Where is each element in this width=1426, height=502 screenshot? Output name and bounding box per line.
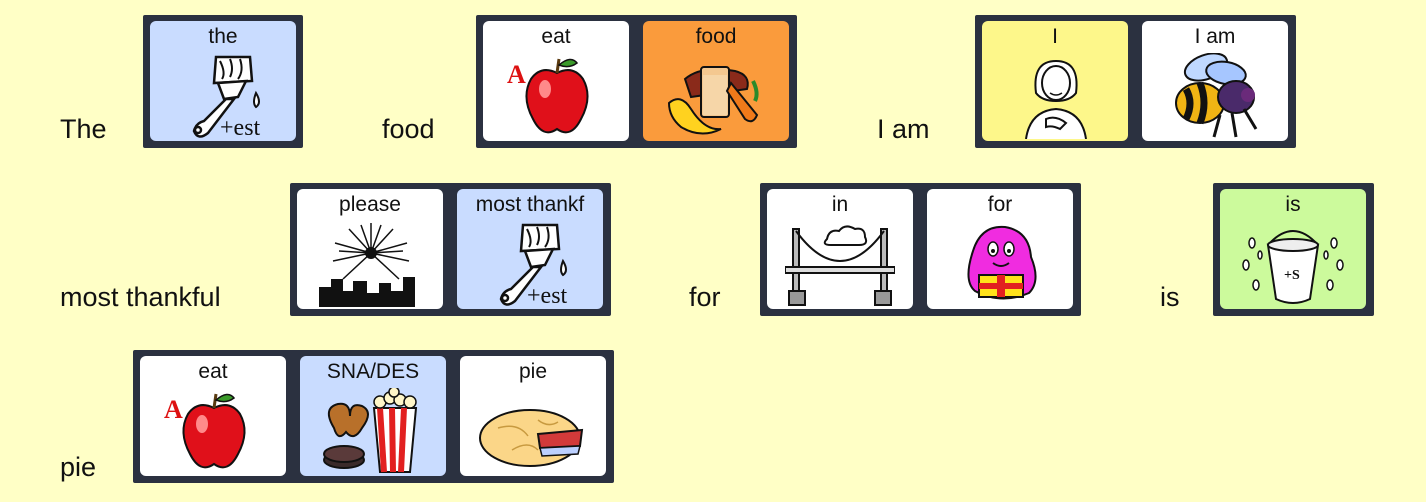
person-self-icon — [1025, 59, 1087, 139]
symbol-strip-i-am[interactable]: I I am — [975, 15, 1296, 148]
svg-text:A: A — [164, 395, 183, 424]
symbol-card-please[interactable]: please — [297, 189, 443, 309]
food-icon — [667, 66, 759, 135]
pie-icon — [479, 409, 584, 467]
card-label: pie — [518, 360, 548, 383]
card-label: eat — [198, 360, 228, 383]
symbol-card-i[interactable]: I — [982, 21, 1128, 141]
symbol-strip-most-thankful[interactable]: please most thankf +est — [290, 183, 611, 316]
symbol-card-eat[interactable]: eat A — [483, 21, 629, 141]
card-label: please — [339, 193, 401, 216]
word-pie: pie — [60, 452, 97, 482]
symbol-card-snacks-desserts[interactable]: SNA/DES — [300, 356, 446, 476]
symbol-card-pie[interactable]: pie — [460, 356, 606, 476]
symbol-strip-food[interactable]: eat A food — [476, 15, 797, 148]
symbol-strip-pie[interactable]: eat A SNA/DES pie — [133, 350, 614, 483]
apple-icon: A — [164, 393, 246, 469]
svg-text:A: A — [507, 60, 526, 89]
symbol-card-food[interactable]: food — [643, 21, 789, 141]
symbol-card-is[interactable]: is +S — [1220, 189, 1366, 309]
word-the: The — [60, 114, 107, 144]
card-label: I — [1052, 25, 1058, 48]
word-for: for — [689, 282, 721, 312]
bucket-s-icon: +S — [1242, 230, 1344, 304]
symbol-card-i-am[interactable]: I am — [1142, 21, 1288, 141]
card-label: is — [1285, 193, 1301, 216]
icon-text: +est — [220, 115, 261, 139]
card-label: eat — [541, 25, 571, 48]
symbol-card-for[interactable]: for — [927, 189, 1073, 309]
fireworks-icon — [319, 223, 415, 307]
card-label: SNA/DES — [326, 360, 420, 383]
symbol-card-in[interactable]: in — [767, 189, 913, 309]
word-is: is — [1160, 282, 1180, 312]
card-label: the — [208, 25, 238, 48]
bridge-icon — [785, 225, 895, 306]
paintbrush-est-icon: +est — [192, 55, 261, 139]
apple-icon: A — [507, 58, 589, 134]
snacks-icon — [323, 388, 418, 473]
card-label: for — [987, 193, 1013, 216]
symbol-strip-for[interactable]: in for — [760, 183, 1081, 316]
card-label: food — [695, 25, 737, 48]
card-label: I am — [1194, 25, 1236, 48]
symbol-card-the[interactable]: the +est — [150, 21, 296, 141]
gift-monster-icon — [967, 225, 1037, 300]
symbol-card-most-thankful[interactable]: most thankf +est — [457, 189, 603, 309]
symbol-strip-is[interactable]: is +S — [1213, 183, 1374, 316]
word-i-am: I am — [877, 114, 930, 144]
bee-icon — [1175, 53, 1258, 138]
paintbrush-est-icon: +est — [499, 223, 568, 307]
symbol-card-eat[interactable]: eat A — [140, 356, 286, 476]
word-most-thankful: most thankful — [60, 282, 221, 312]
icon-text: +est — [527, 283, 568, 307]
word-food: food — [382, 114, 435, 144]
symbol-strip-the[interactable]: the +est — [143, 15, 303, 148]
card-label: most thankf — [475, 193, 585, 216]
svg-text:+S: +S — [1284, 268, 1300, 283]
card-label: in — [831, 193, 849, 216]
